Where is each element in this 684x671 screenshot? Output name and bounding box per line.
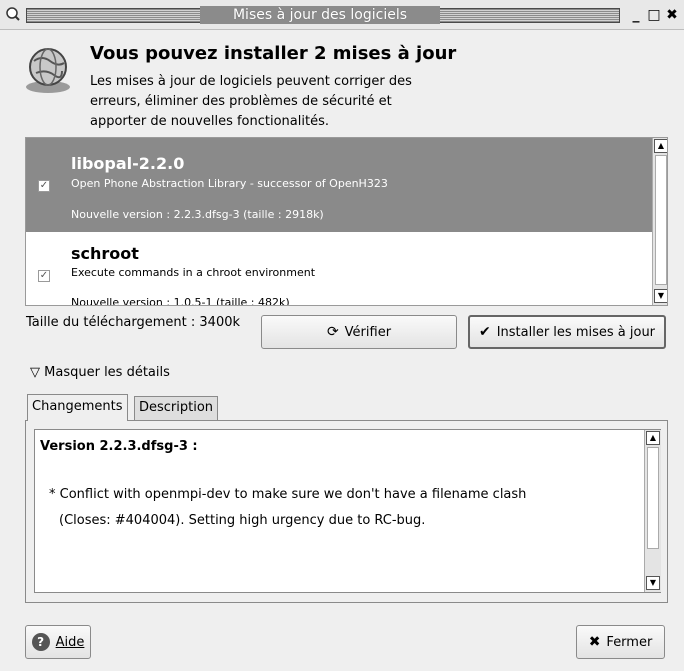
package-name: schroot (71, 244, 139, 263)
close-button[interactable]: ✖ Fermer (576, 625, 665, 659)
changelog-scrollbar[interactable]: ▲ ▼ (644, 430, 661, 592)
details-toggle-label: Masquer les détails (44, 365, 170, 380)
header-title: Vous pouvez installer 2 mises à jour (90, 43, 457, 64)
scrollbar-thumb[interactable] (647, 447, 659, 549)
header-description-line: apporter de nouvelles fonctionalités. (90, 114, 329, 129)
tab-changes[interactable]: Changements (27, 394, 128, 421)
verify-button[interactable]: ⟳ Vérifier (261, 315, 457, 349)
package-list-scrollbar[interactable]: ▲ ▼ (652, 138, 667, 305)
details-toggle[interactable]: ▽ Masquer les détails (30, 365, 170, 380)
close-icon: ✖ (588, 634, 601, 650)
close-window-button[interactable]: ✖ (664, 6, 680, 24)
minimize-button[interactable]: _ (628, 6, 644, 24)
changelog-line: * Conflict with openmpi-dev to make sure… (49, 487, 527, 502)
install-button-label: Installer les mises à jour (496, 324, 656, 340)
scroll-up-arrow-icon[interactable]: ▲ (646, 431, 660, 445)
window-menu-icon[interactable] (5, 6, 21, 22)
expander-arrow-icon: ▽ (30, 365, 40, 380)
tab-description[interactable]: Description (134, 396, 219, 420)
package-row[interactable]: ✓ schroot Execute commands in a chroot e… (26, 232, 652, 306)
help-button-label: Aide (55, 634, 85, 650)
package-description: Execute commands in a chroot environment (71, 266, 316, 279)
scroll-up-arrow-icon[interactable]: ▲ (654, 139, 667, 153)
package-checkbox[interactable]: ✓ (38, 180, 50, 192)
install-updates-button[interactable]: ✔ Installer les mises à jour (468, 315, 666, 349)
help-button[interactable]: ? Aide (25, 625, 91, 659)
verify-button-label: Vérifier (344, 324, 392, 340)
help-icon: ? (31, 633, 50, 651)
header-description-line: erreurs, éliminer des problèmes de sécur… (90, 94, 392, 109)
package-list[interactable]: ✓ libopal-2.2.0 Open Phone Abstraction L… (25, 137, 668, 306)
title-bar[interactable]: Mises à jour des logiciels _ □ ✖ (0, 0, 684, 30)
package-version-info: Nouvelle version : 1.0.5-1 (taille : 482… (71, 296, 290, 306)
download-size-label: Taille du téléchargement : 3400k (26, 315, 241, 330)
maximize-button[interactable]: □ (646, 6, 662, 24)
package-description: Open Phone Abstraction Library - success… (71, 177, 388, 190)
globe-update-icon (20, 41, 76, 97)
header-description-line: Les mises à jour de logiciels peuvent co… (90, 74, 412, 89)
package-version-info: Nouvelle version : 2.2.3.dfsg-3 (taille … (71, 208, 324, 221)
scrollbar-thumb[interactable] (655, 155, 667, 285)
changelog-version: Version 2.2.3.dfsg-3 : (40, 439, 198, 454)
package-checkbox[interactable]: ✓ (38, 270, 50, 282)
header-description: Les mises à jour de logiciels peuvent co… (90, 72, 450, 132)
checkmark-icon: ✔ (478, 324, 491, 340)
package-row[interactable]: ✓ libopal-2.2.0 Open Phone Abstraction L… (26, 138, 652, 232)
changelog-line: (Closes: #404004). Setting high urgency … (59, 513, 426, 528)
close-button-label: Fermer (606, 634, 653, 650)
window-title: Mises à jour des logiciels (200, 6, 440, 24)
refresh-icon: ⟳ (326, 324, 339, 340)
scroll-down-arrow-icon[interactable]: ▼ (646, 576, 660, 590)
scroll-down-arrow-icon[interactable]: ▼ (654, 289, 667, 303)
package-name: libopal-2.2.0 (71, 154, 185, 173)
